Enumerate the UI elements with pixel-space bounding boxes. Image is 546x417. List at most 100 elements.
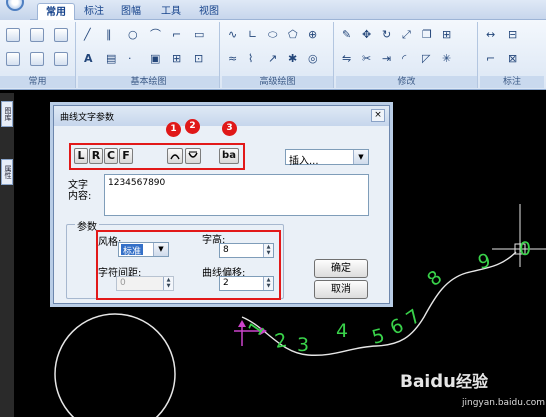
dim-style-icon[interactable]: ⊟ xyxy=(508,28,517,42)
extend-icon[interactable]: ⇥ xyxy=(382,52,391,66)
reverse-text-button[interactable]: ba xyxy=(219,148,239,164)
spacing-spinner[interactable]: ▲ ▼ xyxy=(163,277,173,290)
chevron-down-icon[interactable]: ▼ xyxy=(153,243,168,256)
badge-2: 2 xyxy=(185,119,200,134)
badge-3: 3 xyxy=(222,121,237,136)
explode-icon[interactable]: ✳ xyxy=(442,52,451,66)
align-left-button[interactable]: L xyxy=(74,148,88,164)
arc-icon[interactable]: ⌒ xyxy=(150,28,161,42)
align-center-button[interactable]: C xyxy=(104,148,118,164)
spacing-input[interactable]: 0 ▲ ▼ xyxy=(116,276,174,291)
polygon-icon[interactable]: ⬠ xyxy=(288,28,298,42)
hole-icon[interactable]: ◎ xyxy=(308,52,318,66)
panel-dimension: ↔ ⊟ ⌐ ⊠ 标注 xyxy=(480,22,544,88)
watermark-brand: Bai xyxy=(400,372,431,392)
palette-tab-properties[interactable]: 属性 xyxy=(1,159,13,185)
left-palette: 图库 属性 xyxy=(0,93,14,417)
watermark-paw: du xyxy=(430,371,456,392)
close-button[interactable]: × xyxy=(371,109,385,122)
dialog-titlebar[interactable]: 曲线文字参数 × xyxy=(54,106,389,126)
cancel-button[interactable]: 取消 xyxy=(314,280,368,299)
image-icon[interactable]: ⊡ xyxy=(194,52,203,66)
offset-value: 2 xyxy=(223,278,229,288)
parallel-line-icon[interactable]: ∥ xyxy=(106,28,112,42)
text-below-curve-icon xyxy=(188,151,198,158)
linear-dim-icon[interactable]: ↔ xyxy=(486,28,495,42)
arrow-icon[interactable]: ↗ xyxy=(268,52,277,66)
polyline-icon[interactable]: ⌐ xyxy=(172,28,181,42)
text-content-input[interactable]: 1234567890 xyxy=(104,174,369,216)
curve-digit: 4 xyxy=(336,320,348,342)
pan-icon[interactable] xyxy=(30,52,44,66)
curve-digit: 1 xyxy=(244,317,269,340)
block-icon[interactable]: ▣ xyxy=(150,52,160,66)
ellipse-icon[interactable]: ⬭ xyxy=(268,28,277,42)
scale-icon[interactable]: ⤢ xyxy=(402,28,411,42)
align-right-button[interactable]: R xyxy=(89,148,103,164)
save-icon[interactable] xyxy=(54,28,68,42)
palette-tab-library[interactable]: 图库 xyxy=(1,101,13,127)
hatch-icon[interactable]: ▤ xyxy=(106,52,116,66)
tab-dimension[interactable]: 标注 xyxy=(80,3,108,20)
mirror-icon[interactable]: ⇋ xyxy=(342,52,351,66)
height-input[interactable]: 8 ▲ ▼ xyxy=(219,243,274,258)
angle-icon[interactable]: ∟ xyxy=(248,28,257,42)
tab-view[interactable]: 视图 xyxy=(193,3,225,20)
app-logo-icon xyxy=(6,0,24,11)
circle-icon[interactable]: ○ xyxy=(128,28,138,42)
app-menu-button[interactable] xyxy=(0,0,30,20)
wave-line-icon[interactable]: ≈ xyxy=(228,52,237,66)
ribbon: 常用 ╱ ∥ ○ ⌒ ⌐ ▭ A ▤ · ▣ ⊞ ⊡ 基本绘图 ∿ ∟ ⬭ ⬠ … xyxy=(0,20,546,90)
spacing-value: 0 xyxy=(120,278,126,288)
tab-common[interactable]: 常用 xyxy=(37,3,75,20)
trim-icon[interactable]: ✂ xyxy=(362,52,371,66)
panel-basic-draw: ╱ ∥ ○ ⌒ ⌐ ▭ A ▤ · ▣ ⊞ ⊡ 基本绘图 xyxy=(78,22,220,88)
open-file-icon[interactable] xyxy=(30,28,44,42)
panel-common: 常用 xyxy=(0,22,76,88)
offset-spinner[interactable]: ▲ ▼ xyxy=(263,277,273,290)
move-icon[interactable]: ✥ xyxy=(362,28,371,42)
leader-icon[interactable]: ⌐ xyxy=(486,52,495,66)
chamfer-icon[interactable]: ◸ xyxy=(422,52,430,66)
tolerance-icon[interactable]: ⊠ xyxy=(508,52,517,66)
gear-shape-icon[interactable]: ✱ xyxy=(288,52,297,66)
copy-icon[interactable]: ❐ xyxy=(422,28,432,42)
text-below-curve-button[interactable] xyxy=(185,148,201,164)
chevron-down-icon[interactable]: ▼ xyxy=(353,150,368,164)
drawing-circle xyxy=(54,313,176,417)
tab-tools[interactable]: 工具 xyxy=(155,3,187,20)
tab-frame[interactable]: 图幅 xyxy=(114,3,148,20)
array-icon[interactable]: ⊞ xyxy=(442,28,451,42)
offset-input[interactable]: 2 ▲ ▼ xyxy=(219,276,274,291)
zoom-icon[interactable] xyxy=(6,52,20,66)
new-file-icon[interactable] xyxy=(6,28,20,42)
text-content-value: 1234567890 xyxy=(108,178,166,188)
table-icon[interactable]: ⊞ xyxy=(172,52,181,66)
text-above-curve-button[interactable] xyxy=(167,148,183,164)
text-above-curve-icon xyxy=(170,154,180,160)
centerline-icon[interactable]: ⊕ xyxy=(308,28,317,42)
style-dropdown[interactable]: 标准 ▼ xyxy=(118,242,169,257)
insert-dropdown[interactable]: 插入... ▼ xyxy=(285,149,369,167)
panel-title-common: 常用 xyxy=(0,76,75,88)
height-spinner[interactable]: ▲ ▼ xyxy=(263,244,273,257)
dialog-title: 曲线文字参数 xyxy=(60,113,115,123)
fillet-icon[interactable]: ◜ xyxy=(402,52,406,66)
text-icon[interactable]: A xyxy=(84,52,93,66)
rotate-icon[interactable]: ↻ xyxy=(382,28,391,42)
panel-title-dimension: 标注 xyxy=(480,76,544,88)
layer-icon[interactable] xyxy=(54,52,68,66)
panel-title-advanced-draw: 高级绘图 xyxy=(222,76,333,88)
watermark-suffix: 经验 xyxy=(455,372,488,391)
line-icon[interactable]: ╱ xyxy=(84,28,91,42)
curve-digit: 3 xyxy=(297,334,309,356)
insert-dropdown-value: 插入... xyxy=(289,156,319,167)
rectangle-icon[interactable]: ▭ xyxy=(194,28,204,42)
ok-button[interactable]: 确定 xyxy=(314,259,368,278)
brush-icon[interactable]: ✎ xyxy=(342,28,351,42)
ribbon-tab-bar: 常用 标注 图幅 工具 视图 xyxy=(0,0,546,20)
point-icon[interactable]: · xyxy=(128,52,132,66)
spline-icon[interactable]: ∿ xyxy=(228,28,237,42)
align-fit-button[interactable]: F xyxy=(119,148,133,164)
break-line-icon[interactable]: ⌇ xyxy=(248,52,253,66)
